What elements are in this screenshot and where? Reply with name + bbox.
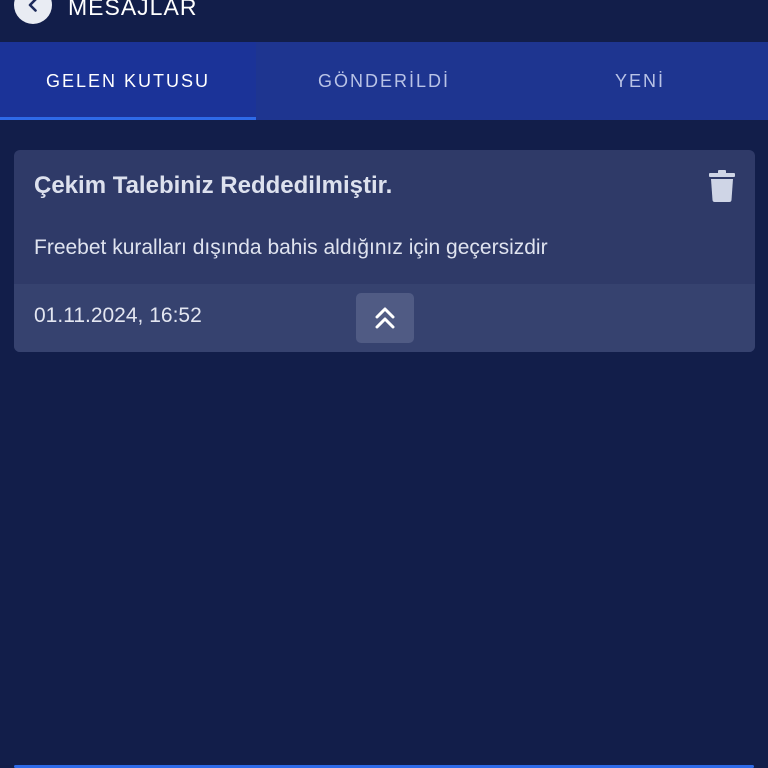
header: MESAJLAR: [0, 0, 768, 42]
page-title: MESAJLAR: [68, 0, 198, 20]
chevron-double-up-icon: [375, 307, 395, 329]
message-body: Freebet kuralları dışında bahis aldığını…: [34, 236, 548, 259]
tab-inbox[interactable]: GELEN KUTUSU: [0, 42, 256, 120]
tab-sent[interactable]: GÖNDERİLDİ: [256, 42, 512, 120]
chevron-left-icon: [28, 0, 37, 12]
delete-message-button[interactable]: [709, 170, 735, 202]
back-button[interactable]: [14, 0, 52, 24]
message-date: 01.11.2024, 16:52: [34, 304, 202, 327]
tab-bar: GELEN KUTUSU GÖNDERİLDİ YENİ: [0, 42, 768, 120]
message-footer: 01.11.2024, 16:52: [14, 284, 755, 352]
trash-icon: [709, 170, 735, 202]
tab-new[interactable]: YENİ: [512, 42, 768, 120]
collapse-message-button[interactable]: [356, 293, 414, 343]
message-card: Çekim Talebiniz Reddedilmiştir. Freebet …: [14, 150, 755, 352]
message-title: Çekim Talebiniz Reddedilmiştir.: [34, 172, 393, 199]
